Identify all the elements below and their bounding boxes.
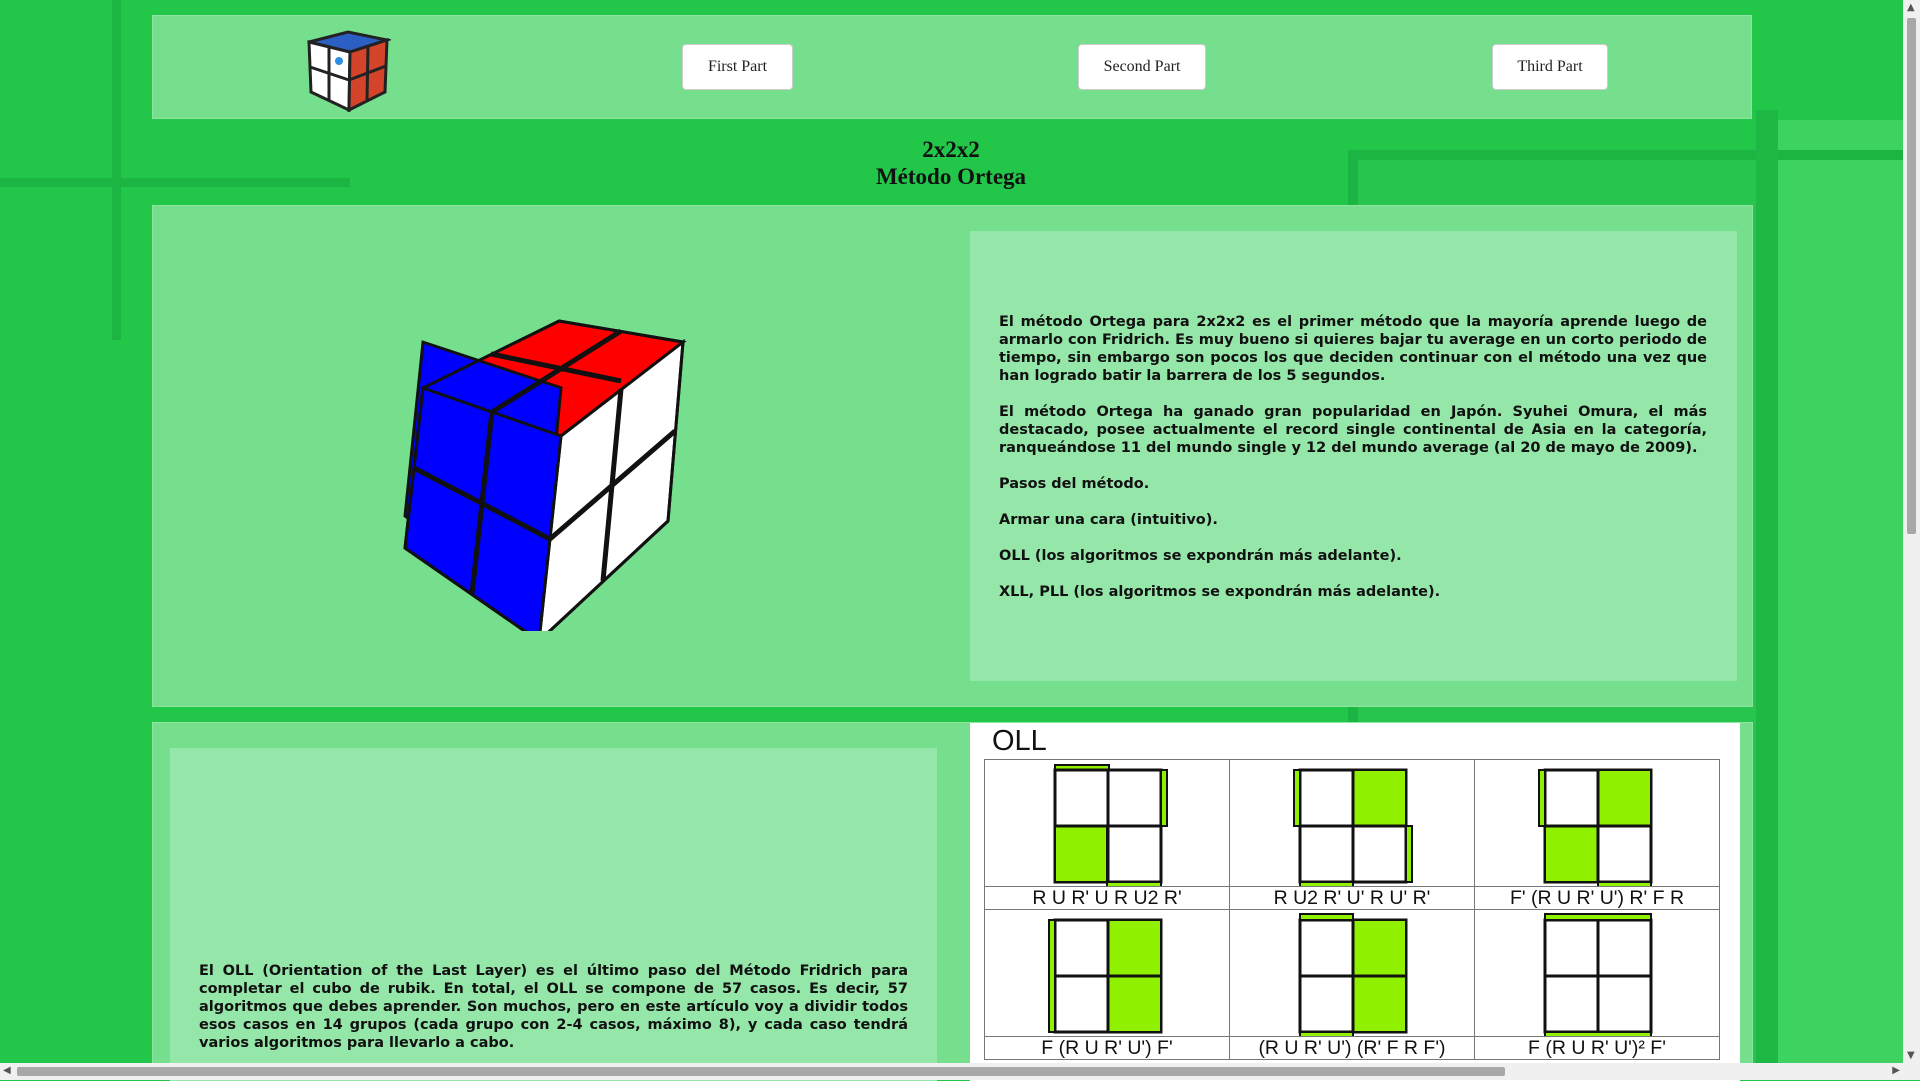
intro-paragraph: OLL (los algoritmos se expondrán más ade…	[999, 548, 1402, 564]
oll-cases-grid: R U R' U R U2 R' R U2 R' U' R U' R' F' (…	[984, 759, 1720, 1060]
oll-cases-image: OLL R U R' U R U2 R' R U2 R' U' R U' R' …	[970, 723, 1740, 1081]
oll-algorithm: R U2 R' U' R U' R'	[1230, 886, 1474, 909]
horizontal-scroll-thumb[interactable]	[17, 1067, 1505, 1076]
intro-paragraph: Pasos del método.	[999, 476, 1150, 492]
second-part-button[interactable]: Second Part	[1078, 44, 1206, 90]
vertical-scroll-thumb[interactable]	[1907, 18, 1916, 534]
intro-panel: El método Ortega para 2x2x2 es el primer…	[152, 205, 1753, 707]
oll-case-diagram	[1048, 918, 1163, 1034]
intro-paragraph: El método Ortega ha ganado gran populari…	[999, 404, 1707, 456]
intro-paragraph: Armar una cara (intuitivo).	[999, 512, 1218, 528]
oll-case-diagram	[1053, 764, 1168, 889]
oll-case-diagram	[1538, 768, 1653, 889]
intro-text-box: El método Ortega para 2x2x2 es el primer…	[970, 231, 1737, 681]
oll-algorithm: R U R' U R U2 R'	[985, 886, 1229, 909]
oll-panel: El OLL (Orientation of the Last Layer) e…	[152, 722, 1753, 1081]
oll-case-diagram	[1298, 913, 1408, 1039]
first-part-button[interactable]: First Part	[682, 44, 793, 90]
background-line	[1756, 110, 1778, 1080]
oll-case-diagram	[1543, 913, 1653, 1039]
background-pane	[1770, 120, 1920, 1080]
oll-text-box: El OLL (Orientation of the Last Layer) e…	[170, 748, 937, 1081]
cube-logo-icon[interactable]	[305, 26, 391, 112]
page-title: 2x2x2 Método Ortega	[0, 136, 1902, 190]
intro-paragraph: El método Ortega para 2x2x2 es el primer…	[999, 314, 1707, 384]
horizontal-scrollbar[interactable]: ◀ ▶	[0, 1063, 1920, 1080]
oll-image-title: OLL	[992, 725, 1047, 757]
oll-paragraph: El OLL (Orientation of the Last Layer) e…	[199, 963, 908, 1051]
scroll-left-arrow-icon[interactable]: ◀	[3, 1065, 11, 1076]
oll-case-diagram	[1293, 768, 1413, 889]
header-bar: First Part Second Part Third Part	[152, 15, 1752, 119]
third-part-button[interactable]: Third Part	[1492, 44, 1608, 90]
oll-algorithm: (R U R' U') (R' F R F')	[1230, 1036, 1474, 1059]
oll-algorithm: F' (R U R' U') R' F R	[1475, 886, 1719, 909]
page-title-line1: 2x2x2	[922, 137, 980, 162]
intro-paragraph: XLL, PLL (los algoritmos se expondrán má…	[999, 584, 1441, 600]
oll-algorithm: F (R U R' U')² F'	[1475, 1036, 1719, 1059]
vertical-scrollbar[interactable]: ▲ ▼	[1903, 0, 1920, 1063]
page-title-line2: Método Ortega	[875, 164, 1027, 189]
cube-2x2-illustration	[403, 319, 687, 631]
scroll-up-arrow-icon[interactable]: ▲	[1907, 2, 1915, 13]
oll-algorithm: F (R U R' U') F'	[985, 1036, 1229, 1059]
scroll-right-arrow-icon[interactable]: ▶	[1892, 1065, 1900, 1076]
scroll-down-arrow-icon[interactable]: ▼	[1907, 1050, 1915, 1061]
